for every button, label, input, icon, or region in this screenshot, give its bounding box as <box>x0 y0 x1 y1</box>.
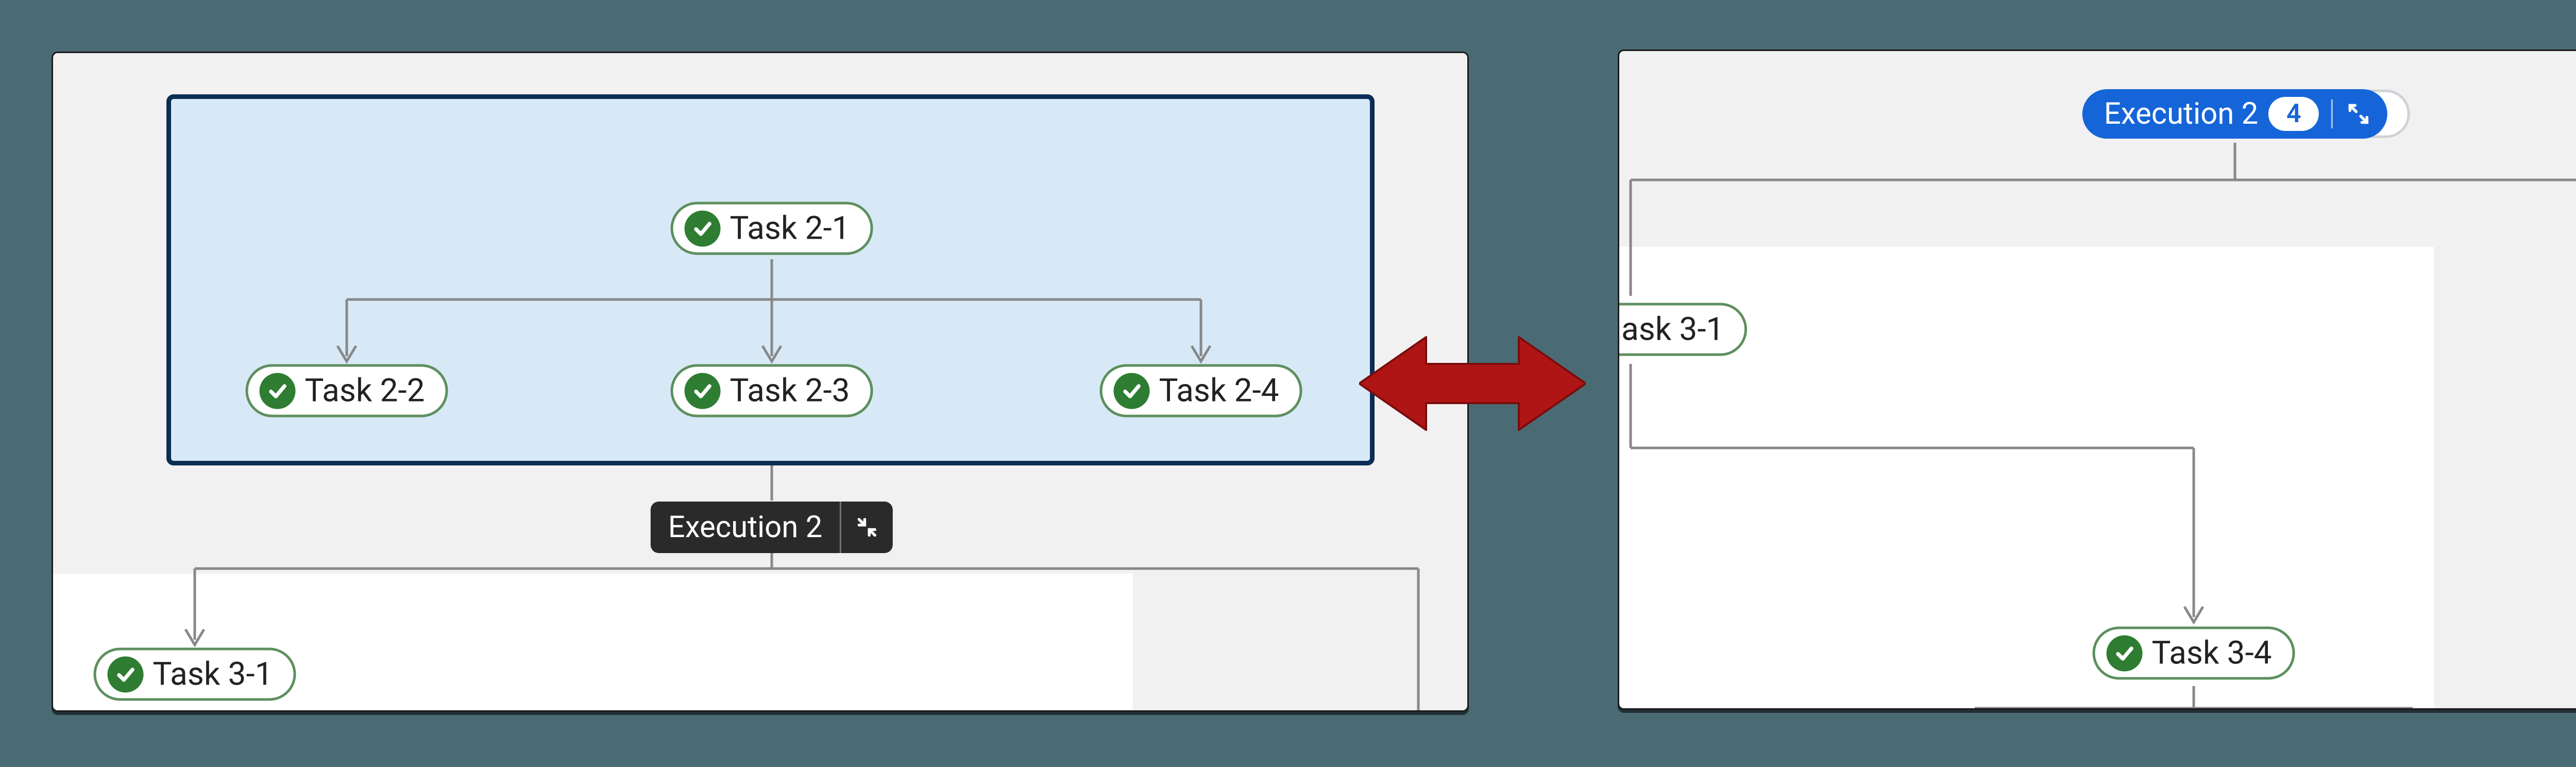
check-circle-icon <box>685 373 721 409</box>
task-node[interactable]: Task 2-3 <box>671 364 873 418</box>
right-panel-collapsed-state: Execution 2 4 ask 3-1 Task 3-4 <box>1618 49 2576 710</box>
check-circle-icon <box>2107 635 2143 671</box>
left-panel-expanded-state: Task 2-1 Task 2-2 Task 2-3 Task 2-4 Exec… <box>52 52 1469 712</box>
collapse-icon[interactable] <box>841 502 893 553</box>
task-node[interactable]: Task 2-1 <box>671 202 873 255</box>
group-label: Execution 2 <box>651 502 840 553</box>
task-label: Task 2-3 <box>730 372 850 410</box>
task-node[interactable]: Task 2-4 <box>1100 364 1302 418</box>
task-node-partial[interactable]: ask 3-1 <box>1618 303 1747 356</box>
task-label: Task 3-4 <box>2152 635 2272 672</box>
task-node[interactable]: Task 3-4 <box>2093 627 2295 680</box>
group-collapse-pill[interactable]: Execution 2 <box>651 502 893 553</box>
count-badge: 4 <box>2268 97 2319 131</box>
check-circle-icon <box>1114 373 1150 409</box>
check-circle-icon <box>685 210 721 246</box>
bidirectional-arrow-icon <box>1359 322 1586 445</box>
collapsed-group-pill[interactable]: Execution 2 4 <box>2082 89 2387 139</box>
task-label: Task 2-2 <box>305 372 425 410</box>
check-circle-icon <box>260 373 296 409</box>
check-circle-icon <box>108 656 144 692</box>
task-label: Task 3-1 <box>153 656 273 693</box>
task-node[interactable]: Task 2-2 <box>246 364 448 418</box>
task-label: ask 3-1 <box>1621 311 1724 348</box>
expand-icon[interactable] <box>2345 103 2375 125</box>
group-label: Execution 2 <box>2104 96 2258 131</box>
task-node[interactable]: Task 3-1 <box>94 648 296 701</box>
task-label: Task 2-4 <box>1159 372 1279 410</box>
task-label: Task 2-1 <box>730 210 850 247</box>
separator <box>2331 99 2333 128</box>
